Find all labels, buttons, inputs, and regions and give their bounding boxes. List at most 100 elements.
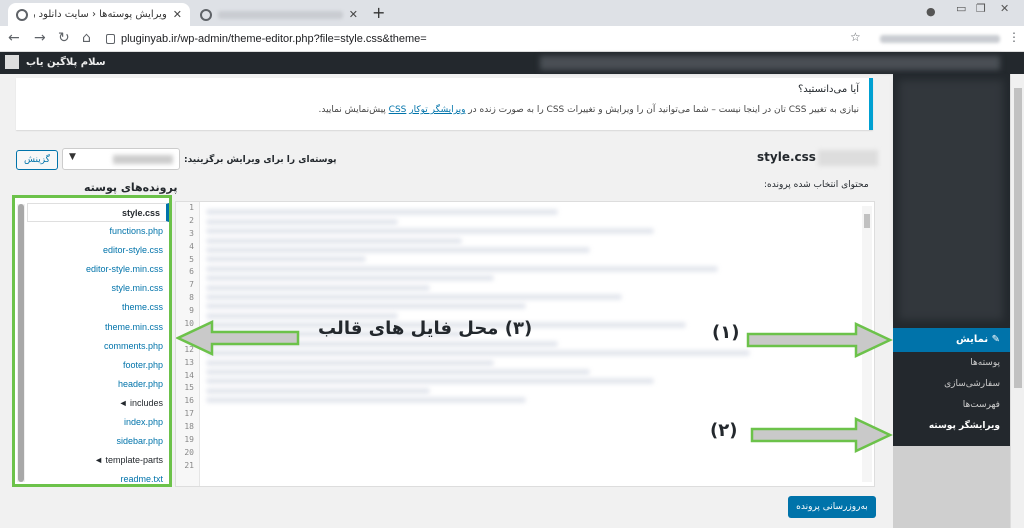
minimize-icon[interactable]: ▭ [956,2,966,15]
browser-tab-inactive[interactable]: ✕ [192,3,366,26]
select-theme-button[interactable]: گزینش [16,150,58,170]
blurred-code-line [206,218,398,225]
sidebar-item-theme-editor[interactable]: ویرایشگر پوسته [893,417,1010,438]
file-item[interactable]: style.css [27,203,169,223]
blurred-code-line [206,397,526,404]
sidebar-item-appearance[interactable]: ✎ نمایش [893,328,1010,352]
url-field[interactable]: pluginyab.ir/wp-admin/theme-editor.php?f… [106,30,880,48]
page-scrollbar[interactable] [1010,74,1024,528]
reload-icon[interactable]: ↻ [58,30,70,46]
line-number: 5 [189,254,194,264]
blurred-code-line [206,387,430,394]
file-item[interactable]: header.php [27,375,169,394]
sidebar-item-customize[interactable]: سفارشی‌سازی [893,375,1010,396]
blurred-code-line [206,303,526,310]
notice-title: آیا می‌دانستید؟ [797,84,859,95]
globe-icon [200,8,212,21]
blurred-code-line [206,237,462,244]
blurred-extensions [880,35,1000,43]
blurred-code-line [206,275,494,282]
folder-item[interactable]: ◄ template-parts [27,451,169,470]
line-number: 15 [184,383,194,393]
file-item[interactable]: readme.txt [27,470,169,489]
browser-tab-active[interactable]: ویرایش پوسته‌ها ‹ سایت دانلود رایگان افز… [8,3,190,26]
annotation-two: (۲) [710,420,738,441]
line-number: 19 [184,435,194,445]
blurred-code-line [206,228,654,235]
close-tab-icon[interactable]: ✕ [349,8,358,21]
file-item[interactable]: theme.min.css [27,318,169,337]
file-item[interactable]: theme.css [27,298,169,317]
theme-files-list: style.css functions.php editor-style.css ed… [12,195,172,487]
close-window-icon[interactable]: ✕ [1000,2,1009,15]
url-text: pluginyab.ir/wp-admin/theme-editor.php?f… [121,33,427,45]
paintbrush-icon: ✎ [991,334,1000,345]
line-number: 2 [189,215,194,225]
browser-tab-strip: ویرایش پوسته‌ها ‹ سایت دانلود رایگان افز… [0,0,1024,26]
back-icon[interactable]: ← [8,30,20,46]
folder-item[interactable]: ◄ includes [27,394,169,413]
file-item[interactable]: sidebar.php [27,432,169,451]
close-tab-icon[interactable]: ✕ [173,8,182,21]
restore-icon[interactable]: ❐ [976,2,986,15]
line-number: 1 [189,203,194,212]
file-item[interactable]: style.min.css [27,279,169,298]
file-item[interactable]: functions.php [27,222,169,241]
blurred-code-line [206,265,718,272]
blurred-code-line [206,293,622,300]
blurred-code-line [206,378,654,385]
line-number: 6 [189,267,194,277]
forward-icon[interactable]: → [34,30,46,46]
line-number: 20 [184,447,194,457]
line-number: 13 [184,357,194,367]
file-item[interactable]: comments.php [27,337,169,356]
browser-menu-icon[interactable]: ⋮ [1008,30,1020,44]
sidebar-item-themes[interactable]: پوسته‌ها [893,354,1010,375]
avatar[interactable] [5,55,19,69]
file-item[interactable]: index.php [27,413,169,432]
content-label: محتوای انتخاب شده پرونده: [764,180,869,190]
address-bar-row: ← → ↻ ⌂ pluginyab.ir/wp-admin/theme-edit… [0,26,1024,52]
notice-text: نیازی به تغییر CSS تان در اینجا نیست – ش… [318,105,859,115]
built-in-editor-link[interactable]: ویرایشگر توکار [409,105,465,115]
new-tab-button[interactable]: + [372,3,385,22]
blurred-select-value [113,155,173,164]
file-title: style.css [757,150,816,164]
chevron-down-icon: ▼ [69,152,76,162]
blurred-code-line [206,284,430,291]
tab-title: ویرایش پوسته‌ها ‹ سایت دانلود رایگان افز… [34,9,167,20]
arrow-left-icon [176,320,300,356]
theme-files-heading: پرونده‌های پوسته [84,181,178,194]
profile-icon[interactable]: ● [926,5,936,18]
blurred-code-line [206,256,366,263]
line-number: 21 [184,460,194,470]
file-item[interactable]: footer.php [27,356,169,375]
update-file-button[interactable]: به‌روزرسانی پرونده [788,496,876,518]
theme-select[interactable]: ▼ [62,148,180,170]
annotation-three: (۳) محل فایل های قالب [318,318,533,339]
admin-bar-greeting[interactable]: سلام پلاگین یاب [26,57,106,68]
annotation-one: (۱) [712,322,740,343]
blurred-sidebar-menu [899,80,1003,320]
sidebar-item-menus[interactable]: فهرست‌ها [893,396,1010,417]
css-link[interactable]: CSS [389,105,407,115]
line-number: 7 [189,280,194,290]
blurred-admin-menu [540,56,1000,70]
home-icon[interactable]: ⌂ [82,30,91,46]
line-number: 9 [189,306,194,316]
sidebar-item-label: نمایش [956,334,989,345]
blurred-code-line [206,359,494,366]
file-item[interactable]: editor-style.css [27,241,169,260]
line-number: 4 [189,241,194,251]
files-scrollbar[interactable] [17,204,25,482]
blurred-code-line [206,369,590,376]
line-number: 8 [189,293,194,303]
wp-admin-sidebar: ✎ نمایش پوسته‌ها سفارشی‌سازی فهرست‌ها وی… [893,74,1010,528]
sidebar-placeholder [893,446,1010,528]
bookmark-star-icon[interactable]: ☆ [850,30,861,44]
wp-admin-bar: سلام پلاگین یاب [0,52,1024,74]
theme-select-label: پوسته‌ای را برای ویرایش برگزینید: [184,155,337,165]
file-item[interactable]: editor-style.min.css [27,260,169,279]
line-number: 18 [184,422,194,432]
site-favicon-icon [16,8,28,21]
